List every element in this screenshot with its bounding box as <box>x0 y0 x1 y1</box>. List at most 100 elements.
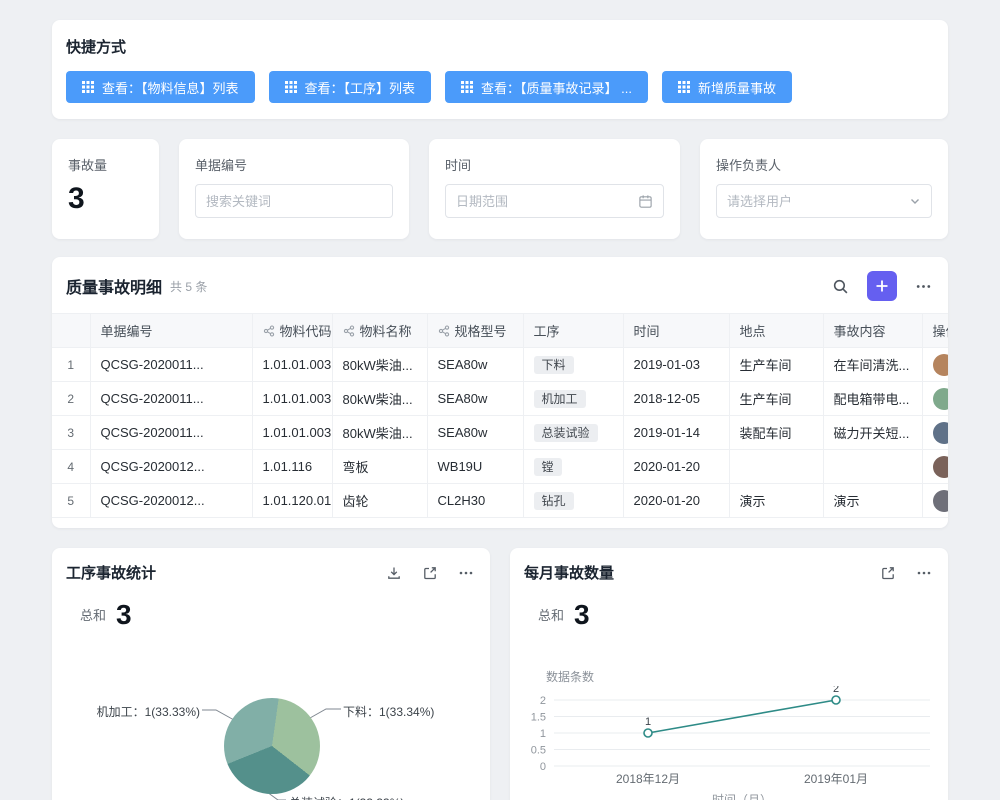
table-row[interactable]: 3QCSG-2020011...1.01.01.00380kW柴油...SEA8… <box>52 416 948 450</box>
total-label: 总和 <box>538 605 564 629</box>
table-row[interactable]: 1QCSG-2020011...1.01.01.00380kW柴油...SEA8… <box>52 348 948 382</box>
calendar-icon[interactable] <box>638 194 653 209</box>
user-select-box[interactable] <box>716 184 932 218</box>
time-filter-label: 时间 <box>445 155 664 174</box>
plus-icon <box>875 279 889 293</box>
line-chart-title: 每月事故数量 <box>524 562 614 583</box>
shortcuts-card: 快捷方式 查看：【物料信息】列表 查看：【工序】列表 查看：【质量事故记录】 .… <box>52 20 948 119</box>
cell: QCSG-2020012... <box>90 450 252 484</box>
ellipsis-icon <box>916 565 932 581</box>
table-row[interactable]: 5QCSG-2020012...1.01.120.01齿轮CL2H30钻孔202… <box>52 484 948 518</box>
cell: 1.01.01.003 <box>252 416 332 450</box>
cell-operator <box>922 348 948 382</box>
operator-filter-card: 操作负责人 <box>700 139 948 239</box>
operator-filter-label: 操作负责人 <box>716 155 932 174</box>
cell <box>729 450 823 484</box>
add-record-button[interactable] <box>867 271 897 301</box>
shortcuts-title: 快捷方式 <box>66 36 934 57</box>
column-header[interactable]: 物料名称 <box>332 314 427 348</box>
cell: 生产车间 <box>729 348 823 382</box>
date-range-input[interactable] <box>456 194 632 209</box>
shortcut-button[interactable]: 查看：【物料信息】列表 <box>66 71 255 103</box>
pie-label: 机加工：1(33.33%) <box>97 703 200 720</box>
doc-search-input[interactable] <box>206 194 382 209</box>
cell: 在车间清洗... <box>823 348 922 382</box>
column-header[interactable]: 物料代码 <box>252 314 332 348</box>
shortcut-buttons: 查看：【物料信息】列表 查看：【工序】列表 查看：【质量事故记录】 ... 新增… <box>66 71 934 103</box>
column-header-label: 事故内容 <box>834 321 886 340</box>
table-body: 1QCSG-2020011...1.01.01.00380kW柴油...SEA8… <box>52 348 948 518</box>
column-header[interactable]: 工序 <box>523 314 623 348</box>
total-value: 3 <box>116 601 132 629</box>
shortcut-button[interactable]: 新增质量事故 <box>662 71 792 103</box>
column-header-label: 地点 <box>740 321 766 340</box>
cell: 80kW柴油... <box>332 382 427 416</box>
total-label: 总和 <box>80 605 106 629</box>
column-header-label: 规格型号 <box>455 321 507 340</box>
column-header[interactable]: 规格型号 <box>427 314 523 348</box>
expand-button[interactable] <box>878 563 898 583</box>
column-header[interactable]: 时间 <box>623 314 729 348</box>
svg-text:1.5: 1.5 <box>531 712 546 724</box>
table-row[interactable]: 2QCSG-2020011...1.01.01.00380kW柴油...SEA8… <box>52 382 948 416</box>
table-count: 共 5 条 <box>170 278 207 295</box>
expand-icon <box>422 565 438 581</box>
cell: 齿轮 <box>332 484 427 518</box>
cell-process: 机加工 <box>523 382 623 416</box>
shortcut-button[interactable]: 查看：【工序】列表 <box>269 71 432 103</box>
cell: QCSG-2020012... <box>90 484 252 518</box>
doc-filter-label: 单据编号 <box>195 155 393 174</box>
cell-operator <box>922 416 948 450</box>
records-table: 单据编号 物料代码 物料名称 规格型号工序时间地点事故内容操作负责人 1QCSG… <box>52 313 948 518</box>
row-index: 5 <box>52 484 90 518</box>
cell: 弯板 <box>332 450 427 484</box>
column-header[interactable]: 地点 <box>729 314 823 348</box>
column-header[interactable]: 单据编号 <box>90 314 252 348</box>
expand-button[interactable] <box>420 563 440 583</box>
shortcut-button-label: 新增质量事故 <box>698 78 776 97</box>
column-header[interactable]: 事故内容 <box>823 314 922 348</box>
column-header-label: 时间 <box>634 321 660 340</box>
svg-text:0: 0 <box>540 761 546 773</box>
svg-text:时间（月）: 时间（月） <box>712 793 772 800</box>
pie-label: 下料：1(33.34%) <box>343 703 434 720</box>
stat-value: 3 <box>68 182 143 216</box>
date-range-box <box>445 184 664 218</box>
user-select-input[interactable] <box>727 194 903 209</box>
shortcut-button[interactable]: 查看：【质量事故记录】 ... <box>445 71 648 103</box>
more-button[interactable] <box>914 563 934 583</box>
cell: 2020-01-20 <box>623 450 729 484</box>
dashboard-page: 快捷方式 查看：【物料信息】列表 查看：【工序】列表 查看：【质量事故记录】 .… <box>0 0 1000 800</box>
column-header[interactable] <box>52 314 90 348</box>
stat-label: 事故量 <box>68 155 143 174</box>
process-tag: 机加工 <box>534 390 586 408</box>
cell: 2018-12-05 <box>623 382 729 416</box>
total-value: 3 <box>574 601 590 629</box>
pie-label: 总装试验：1(33.33%) <box>289 794 404 800</box>
cell: 2019-01-03 <box>623 348 729 382</box>
download-button[interactable] <box>384 563 404 583</box>
pie-chart[interactable] <box>224 698 320 794</box>
cell: QCSG-2020011... <box>90 416 252 450</box>
cell: 2020-01-20 <box>623 484 729 518</box>
process-tag: 钻孔 <box>534 492 574 510</box>
cell-process: 钻孔 <box>523 484 623 518</box>
svg-text:1: 1 <box>540 728 546 740</box>
grid-icon <box>285 81 297 93</box>
cell: 1.01.120.01 <box>252 484 332 518</box>
cell-operator <box>922 450 948 484</box>
cell: 演示 <box>729 484 823 518</box>
relation-icon <box>263 325 275 337</box>
row-index: 1 <box>52 348 90 382</box>
cell: 生产车间 <box>729 382 823 416</box>
more-button[interactable] <box>913 276 934 297</box>
cell: 80kW柴油... <box>332 416 427 450</box>
table-row[interactable]: 4QCSG-2020012...1.01.116弯板WB19U镗2020-01-… <box>52 450 948 484</box>
cell: WB19U <box>427 450 523 484</box>
search-button[interactable] <box>830 276 851 297</box>
column-header[interactable]: 操作负责人 <box>922 314 948 348</box>
search-icon <box>832 278 849 295</box>
row-index: 2 <box>52 382 90 416</box>
grid-icon <box>461 81 473 93</box>
more-button[interactable] <box>456 563 476 583</box>
